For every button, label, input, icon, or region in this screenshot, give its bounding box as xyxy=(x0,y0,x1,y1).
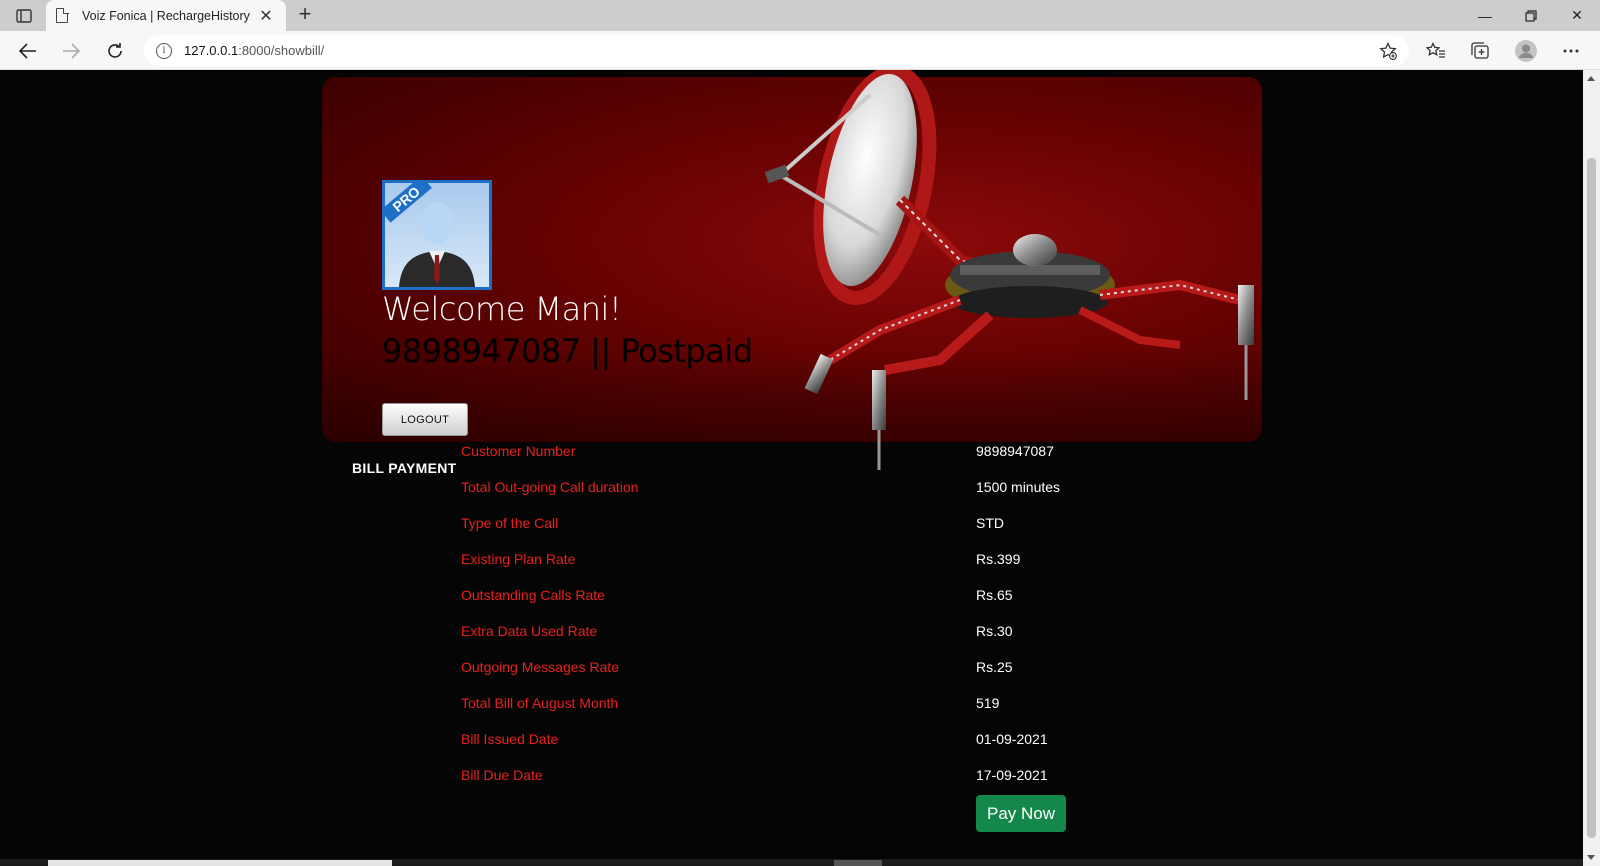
address-bar[interactable]: i 127.0.0.1:8000/showbill/ xyxy=(144,35,1409,66)
logout-button[interactable]: LOGOUT xyxy=(382,403,468,436)
bill-row-value: 01-09-2021 xyxy=(976,731,1048,747)
tab-title: Voiz Fonica | RechargeHistory xyxy=(82,8,250,23)
bill-row-value: 1500 minutes xyxy=(976,479,1061,495)
bill-row-label: Outgoing Messages Rate xyxy=(461,659,619,675)
satellite-robot-illustration xyxy=(764,70,1254,470)
new-tab-icon[interactable]: + xyxy=(293,3,317,27)
pay-now-button[interactable]: Pay Now xyxy=(976,795,1066,832)
bill-row: Customer Number 9898947087 xyxy=(461,443,1081,463)
forward-icon[interactable] xyxy=(57,37,85,65)
bill-row: Bill Issued Date 01-09-2021 xyxy=(461,731,1081,751)
bill-row-label: Total Out-going Call duration xyxy=(461,479,639,495)
bill-row: Outgoing Messages Rate Rs.25 xyxy=(461,659,1081,679)
close-window-icon[interactable]: ✕ xyxy=(1554,0,1600,31)
bill-payment-heading: BILL PAYMENT xyxy=(352,460,457,476)
bill-row-label: Outstanding Calls Rate xyxy=(461,587,605,603)
bill-row-value: Rs.399 xyxy=(976,551,1021,567)
bill-row-value: Rs.25 xyxy=(976,659,1013,675)
horizontal-scroll-marker xyxy=(834,860,882,866)
bill-row: Bill Due Date 17-09-2021 xyxy=(461,767,1081,787)
vertical-scrollbar[interactable] xyxy=(1583,70,1600,866)
horizontal-scrollbar[interactable] xyxy=(0,859,1583,866)
scrollbar-thumb[interactable] xyxy=(1587,158,1596,838)
page-icon xyxy=(56,7,69,23)
close-tab-icon[interactable]: ✕ xyxy=(256,6,276,26)
reload-icon[interactable] xyxy=(101,37,129,65)
url-text: 127.0.0.1:8000/showbill/ xyxy=(184,43,325,58)
scroll-up-icon[interactable] xyxy=(1587,76,1595,81)
bill-row: Type of the Call STD xyxy=(461,515,1081,535)
bill-row: Extra Data Used Rate Rs.30 xyxy=(461,623,1081,643)
welcome-heading: Welcome Mani! xyxy=(382,290,622,328)
bill-row: Outstanding Calls Rate Rs.65 xyxy=(461,587,1081,607)
bill-row-value: 519 xyxy=(976,695,1000,711)
browser-tab[interactable]: Voiz Fonica | RechargeHistory ✕ xyxy=(46,0,286,31)
bill-row-label: Bill Due Date xyxy=(461,767,543,783)
favorites-icon[interactable] xyxy=(1424,39,1448,63)
horizontal-scrollbar-thumb[interactable] xyxy=(48,860,392,866)
bill-row: Total Bill of August Month 519 xyxy=(461,695,1081,715)
bill-row-value: Rs.65 xyxy=(976,587,1013,603)
bill-row-value: Rs.30 xyxy=(976,623,1013,639)
bill-row: Existing Plan Rate Rs.399 xyxy=(461,551,1081,571)
more-menu-icon[interactable] xyxy=(1559,39,1583,63)
bill-row-label: Total Bill of August Month xyxy=(461,695,619,711)
page-viewport: PRO Welcome Mani! 9898947087 || Postpaid… xyxy=(0,70,1583,866)
profile-avatar-icon[interactable] xyxy=(1514,39,1538,63)
collections-icon[interactable] xyxy=(1468,39,1492,63)
bill-row-label: Bill Issued Date xyxy=(461,731,559,747)
browser-tab-bar: Voiz Fonica | RechargeHistory ✕ + — ✕ xyxy=(0,0,1600,31)
back-icon[interactable] xyxy=(14,37,42,65)
bill-row: Total Out-going Call duration 1500 minut… xyxy=(461,479,1081,499)
bill-row-value: STD xyxy=(976,515,1004,531)
site-info-icon[interactable]: i xyxy=(156,42,172,59)
add-favorite-icon[interactable] xyxy=(1379,41,1397,65)
browser-toolbar: i 127.0.0.1:8000/showbill/ xyxy=(0,31,1600,70)
bill-row-value: 17-09-2021 xyxy=(976,767,1048,783)
tab-actions-icon[interactable] xyxy=(10,6,38,26)
user-avatar: PRO xyxy=(382,180,492,290)
bill-row-value: 9898947087 xyxy=(976,443,1054,459)
bill-row-label: Existing Plan Rate xyxy=(461,551,576,567)
bill-row-label: Customer Number xyxy=(461,443,576,459)
bill-row-label: Extra Data Used Rate xyxy=(461,623,598,639)
bill-row-label: Type of the Call xyxy=(461,515,559,531)
minimize-icon[interactable]: — xyxy=(1462,0,1508,31)
customer-number-heading: 9898947087 || Postpaid xyxy=(382,332,753,370)
person-silhouette-icon xyxy=(399,202,475,287)
restore-icon[interactable] xyxy=(1508,0,1554,31)
scroll-down-icon[interactable] xyxy=(1587,855,1595,860)
